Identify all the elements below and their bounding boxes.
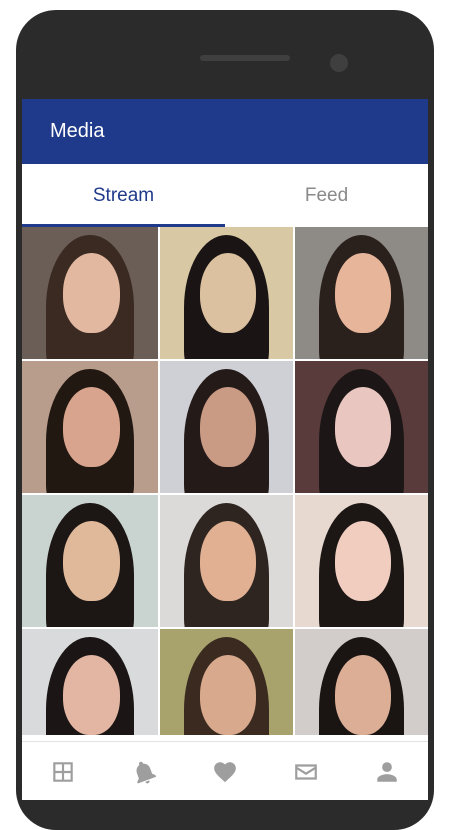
photo-thumbnail[interactable]: [160, 629, 293, 735]
portrait-face: [334, 521, 391, 601]
portrait-face: [199, 521, 256, 601]
app-bar: Media: [22, 99, 428, 164]
app-screen: Media Stream Feed: [22, 99, 428, 800]
photo-thumbnail[interactable]: [22, 629, 158, 735]
page-title: Media: [50, 120, 105, 142]
bell-icon[interactable]: [129, 757, 159, 787]
portrait-face: [62, 521, 120, 601]
photo-thumbnail[interactable]: [295, 361, 428, 493]
portrait-face: [62, 655, 120, 735]
heart-icon[interactable]: [210, 757, 240, 787]
portrait-face: [334, 655, 391, 735]
photo-thumbnail[interactable]: [160, 495, 293, 627]
portrait-face: [62, 253, 120, 333]
portrait-face: [199, 387, 256, 467]
grid-icon[interactable]: [48, 757, 78, 787]
portrait-face: [62, 387, 120, 467]
speaker-grille: [200, 55, 290, 61]
tab-feed[interactable]: Feed: [225, 164, 428, 227]
photo-thumbnail[interactable]: [22, 227, 158, 359]
photo-grid: [22, 227, 428, 735]
person-icon[interactable]: [372, 757, 402, 787]
portrait-face: [199, 253, 256, 333]
portrait-face: [334, 253, 391, 333]
tab-stream[interactable]: Stream: [22, 164, 225, 227]
photo-thumbnail[interactable]: [22, 361, 158, 493]
photo-thumbnail[interactable]: [22, 495, 158, 627]
portrait-face: [334, 387, 391, 467]
photo-thumbnail[interactable]: [160, 361, 293, 493]
bottom-navigation: [22, 741, 428, 800]
photo-thumbnail[interactable]: [295, 495, 428, 627]
front-camera: [330, 54, 348, 72]
photo-thumbnail[interactable]: [160, 227, 293, 359]
portrait-face: [199, 655, 256, 735]
mail-icon[interactable]: [291, 757, 321, 787]
photo-thumbnail[interactable]: [295, 629, 428, 735]
photo-thumbnail[interactable]: [295, 227, 428, 359]
tab-bar: Stream Feed: [22, 164, 428, 227]
